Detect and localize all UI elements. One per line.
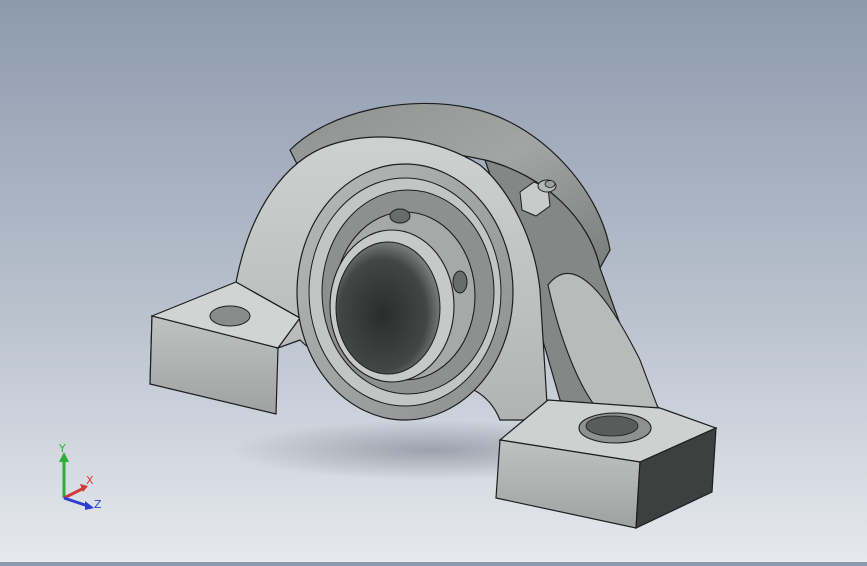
- set-screw-side[interactable]: [452, 270, 468, 294]
- z-axis-label: Z: [94, 498, 102, 511]
- x-axis-label: X: [86, 474, 94, 487]
- left-bolt-slot: [209, 305, 251, 327]
- set-screw-top[interactable]: [389, 208, 411, 224]
- right-base-plate[interactable]: [495, 399, 718, 529]
- bearing-insert[interactable]: [296, 163, 514, 421]
- x-axis: [63, 486, 85, 500]
- z-axis-arrow: [85, 501, 94, 510]
- model-viewport[interactable]: Y X Z: [0, 0, 867, 562]
- y-axis-label: Y: [58, 442, 66, 455]
- reference-triad: Y X Z: [48, 440, 118, 520]
- bearing-model: [149, 102, 718, 529]
- z-axis: [63, 496, 89, 508]
